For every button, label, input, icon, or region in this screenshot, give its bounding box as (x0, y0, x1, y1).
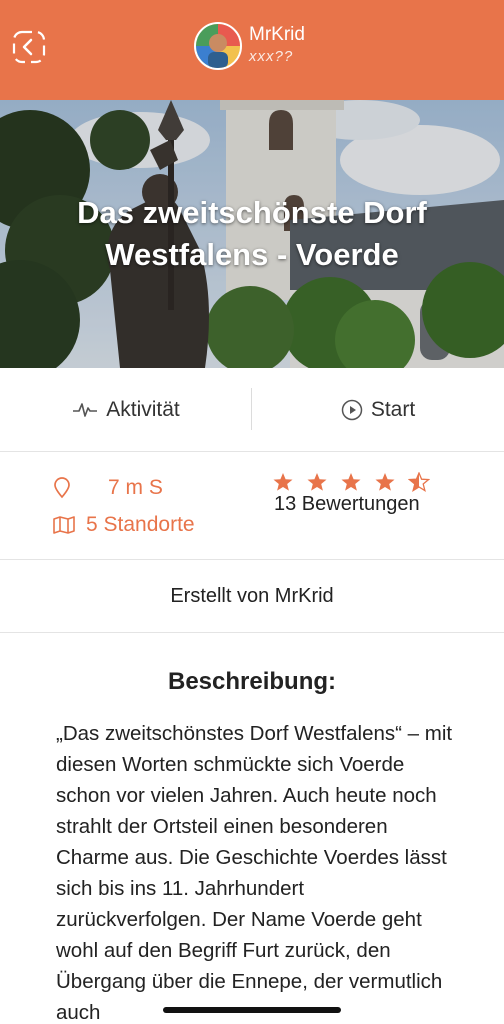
user-subtitle: xxx?? (249, 48, 294, 65)
chevron-left-icon (12, 30, 46, 64)
pulse-icon (73, 403, 98, 417)
user-name[interactable]: MrKrid (249, 24, 305, 46)
route-stats: 7 m S 5 Standorte 13 Bewertungen (0, 452, 504, 560)
locations-row[interactable]: 5 Standorte (52, 513, 195, 537)
play-circle-icon (341, 399, 363, 421)
activity-label: Aktivität (106, 398, 180, 421)
home-indicator[interactable] (163, 1007, 341, 1013)
location-pin-icon (54, 477, 70, 499)
action-bar: Aktivität Start (0, 368, 504, 452)
star-half-icon (408, 472, 430, 492)
description-body: „Das zweitschönstes Dorf Westfalens“ – m… (56, 722, 453, 1024)
reviews-count[interactable]: 13 Bewertungen (274, 493, 420, 516)
start-button[interactable]: Start (252, 368, 504, 452)
star-icon (273, 473, 293, 491)
app-header: MrKrid xxx?? (0, 0, 504, 100)
activity-button[interactable]: Aktivität (0, 368, 252, 452)
back-button[interactable] (12, 30, 46, 64)
description-heading: Beschreibung: (167, 668, 337, 695)
avatar[interactable] (194, 22, 242, 70)
distance-value: 7 m S (108, 476, 163, 499)
created-by[interactable]: Erstellt von MrKrid (0, 561, 504, 633)
hero-image: Das zweitschönste Dorf Westfalens - Voer… (0, 100, 504, 368)
star-icon (307, 473, 327, 491)
route-title: Das zweitschönste Dorf Westfalens - Voer… (77, 195, 427, 272)
rating-stars (272, 472, 442, 492)
star-icon (375, 473, 395, 491)
map-icon (53, 516, 75, 534)
star-icon (341, 473, 361, 491)
start-label: Start (370, 398, 416, 421)
distance-row: 7 m S (52, 476, 163, 500)
locations-value: 5 Standorte (86, 513, 195, 536)
